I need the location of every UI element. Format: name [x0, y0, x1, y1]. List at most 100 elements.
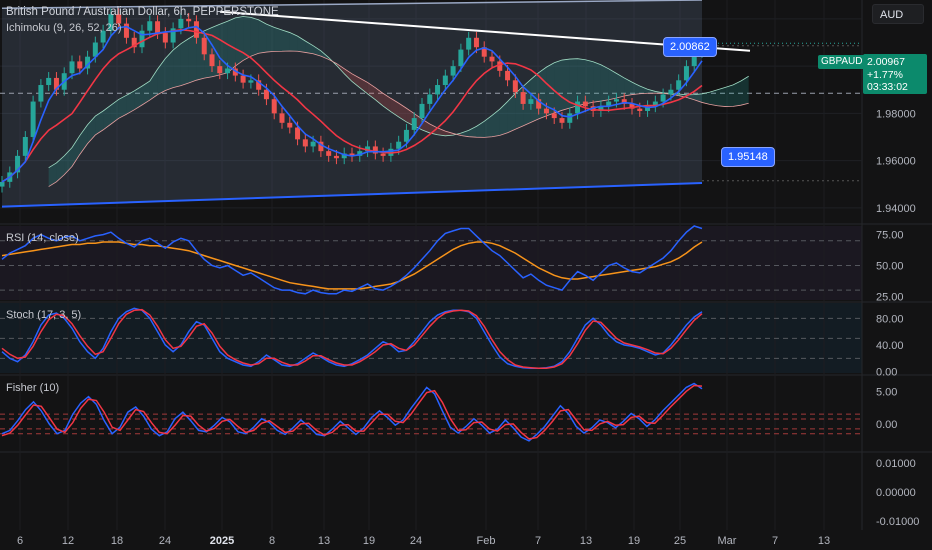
ichimoku-cloud-segment	[717, 87, 726, 107]
time-tick-label: 13	[580, 535, 592, 547]
candle-body	[582, 101, 588, 107]
candle-body	[209, 54, 215, 67]
time-tick-label: 2025	[210, 535, 234, 547]
candle-body	[155, 21, 161, 34]
ichimoku-cloud-segment	[554, 60, 562, 113]
time-tick-label: 7	[772, 535, 778, 547]
candle-body	[427, 94, 433, 104]
indicator-tick-label: 25.00	[876, 291, 904, 303]
candle-body	[411, 118, 417, 130]
rsi-label[interactable]: RSI (14, close)	[6, 232, 79, 244]
ichimoku-cloud-segment	[180, 38, 189, 86]
candle-body	[162, 33, 168, 43]
candle-body	[528, 99, 534, 104]
ichimoku-cloud-segment	[733, 80, 741, 107]
candle-body	[30, 101, 36, 137]
ichimoku-cloud-segment	[188, 34, 197, 84]
candle-body	[567, 113, 573, 123]
ichimoku-cloud-segment	[250, 17, 259, 57]
candle-body	[217, 66, 223, 74]
candle-body	[46, 77, 52, 86]
candle-body	[271, 99, 277, 114]
indicator-tick-label: 80.00	[876, 313, 904, 325]
candle-body	[435, 85, 441, 95]
indicator-tick-label: 0.00	[876, 419, 897, 431]
candle-body	[240, 75, 246, 83]
change-percent: +1.77%	[867, 68, 903, 81]
ichimoku-label[interactable]: Ichimoku (9, 26, 52, 26)	[6, 22, 122, 34]
candle-body	[302, 139, 308, 147]
ichimoku-cloud-segment	[266, 24, 275, 53]
pane-background	[0, 377, 862, 450]
fisher-label[interactable]: Fisher (10)	[6, 382, 59, 394]
candle-body	[403, 129, 409, 142]
symbol-tag: GBPAUD	[818, 55, 866, 69]
candle-body	[466, 37, 472, 50]
candle-body	[380, 153, 386, 156]
candle-body	[683, 66, 689, 81]
candle-body	[551, 113, 557, 119]
ichimoku-cloud-segment	[173, 43, 181, 88]
chart-canvas[interactable]: 2.020002.000001.980001.960001.9400075.00…	[0, 0, 932, 550]
time-tick-label: 24	[410, 535, 422, 547]
price-tick-label: 1.98000	[876, 108, 916, 120]
ichimoku-cloud-segment	[562, 59, 570, 111]
time-tick-label: 8	[269, 535, 275, 547]
candle-body	[660, 94, 666, 102]
empty-pane-tick-label: 0.00000	[876, 487, 916, 499]
candle-body	[22, 136, 28, 156]
stoch-label[interactable]: Stoch (17, 3, 5)	[6, 309, 81, 321]
candle-body	[147, 21, 153, 31]
ichimoku-cloud-segment	[608, 68, 617, 100]
candle-body	[520, 92, 526, 104]
candle-body	[458, 49, 464, 67]
candle-body	[295, 127, 301, 140]
empty-pane-tick-label: 0.01000	[876, 458, 916, 470]
price-tick-label: 1.94000	[876, 203, 916, 215]
indicator-tick-label: 40.00	[876, 340, 904, 352]
bar-countdown: 03:33:02	[867, 81, 908, 93]
price-tick-label: 1.96000	[876, 156, 916, 168]
time-tick-label: 12	[62, 535, 74, 547]
candle-body	[512, 80, 518, 93]
time-tick-label: 24	[159, 535, 171, 547]
candle-body	[201, 37, 207, 55]
empty-pane-tick-label: -0.01000	[876, 516, 919, 528]
candle-body	[442, 75, 448, 86]
candle-body	[193, 21, 199, 38]
candle-body	[279, 113, 285, 123]
candle-body	[178, 18, 184, 29]
candle-body	[310, 141, 316, 147]
candle-body	[326, 151, 332, 156]
ichimoku-cloud-segment	[282, 30, 290, 52]
candle-body	[69, 61, 75, 74]
time-tick-label: 19	[628, 535, 640, 547]
candle-body	[668, 89, 674, 95]
chart-title[interactable]: British Pound / Australian Dollar, 6h, P…	[6, 6, 279, 18]
time-tick-label: 25	[674, 535, 686, 547]
candle-body	[225, 68, 231, 74]
candle-body	[489, 56, 495, 62]
ichimoku-cloud-segment	[569, 58, 578, 109]
candle-body	[543, 108, 549, 114]
candle-body	[473, 37, 479, 48]
time-tick-label: 6	[17, 535, 23, 547]
candle-body	[248, 80, 254, 83]
lower-price-label[interactable]: 1.95148	[721, 147, 775, 167]
upper-price-label[interactable]: 2.00862	[663, 37, 717, 57]
time-tick-label: 7	[535, 535, 541, 547]
time-tick-label: 19	[363, 535, 375, 547]
candle-body	[497, 61, 503, 71]
candle-body	[287, 122, 293, 128]
ichimoku-cloud-segment	[585, 59, 594, 104]
last-price: 2.00967	[867, 56, 905, 68]
candle-body	[559, 118, 565, 123]
time-tick-label: 13	[818, 535, 830, 547]
time-tick-label: 18	[111, 535, 123, 547]
time-tick-label: 13	[318, 535, 330, 547]
candle-body	[0, 181, 5, 187]
currency-selector[interactable]: AUD	[872, 4, 924, 24]
ichimoku-cloud-segment	[577, 58, 586, 106]
ichimoku-cloud-segment	[235, 16, 244, 67]
time-tick-label: Feb	[477, 535, 496, 547]
